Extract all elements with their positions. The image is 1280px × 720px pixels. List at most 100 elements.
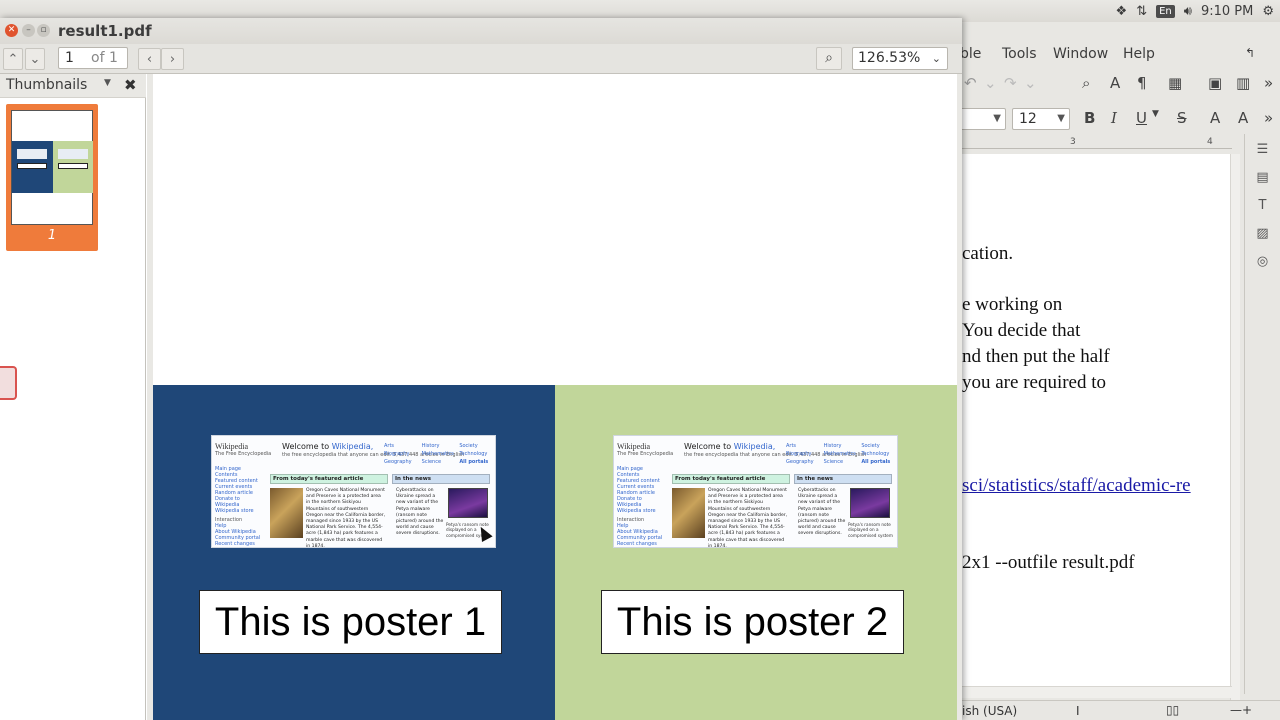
wiki-portal: Geography xyxy=(786,459,814,465)
insert-table-icon[interactable]: ▦ xyxy=(1168,74,1182,92)
bold-icon[interactable]: B xyxy=(1084,109,1095,127)
next-page-button[interactable]: ⌄ xyxy=(25,48,45,70)
menu-window[interactable]: Window xyxy=(1053,46,1108,62)
wiki-welcome: Welcome to Wikipedia, xyxy=(684,442,775,451)
horizontal-ruler[interactable]: 3 4 xyxy=(962,137,1232,149)
wiki-portals: Arts Biography Geography History Mathema… xyxy=(786,442,894,466)
wiki-portal: Mathematics xyxy=(823,451,856,457)
wiki-nav: Main page Contents Featured content Curr… xyxy=(215,466,263,547)
sidebar-title[interactable]: Thumbnails xyxy=(6,77,87,93)
network-icon[interactable]: ⇅ xyxy=(1136,4,1147,19)
wiki-welcome-link: Wikipedia, xyxy=(331,442,374,451)
subscript-icon[interactable]: A xyxy=(1238,109,1248,127)
more-format-icon[interactable]: » xyxy=(1264,109,1273,127)
page-number-field[interactable]: 1 of 1 xyxy=(58,47,128,69)
wikipedia-screenshot: Wikipedia The Free Encyclopedia Main pag… xyxy=(211,435,496,548)
chevron-down-icon: ⌄ xyxy=(931,52,941,65)
wikipedia-logo: Wikipedia xyxy=(215,442,248,451)
wiki-portal: Society xyxy=(861,443,880,449)
redo-icon[interactable]: ↷ xyxy=(1004,74,1017,92)
italic-icon[interactable]: I xyxy=(1111,109,1117,127)
wiki-portal: All portals xyxy=(861,459,891,465)
thumb-screenshot-2 xyxy=(58,149,88,159)
wiki-portal: Science xyxy=(823,459,844,465)
menu-help[interactable]: Help xyxy=(1123,46,1155,62)
keyboard-layout-indicator[interactable]: En xyxy=(1156,4,1175,18)
more-tools-icon[interactable]: » xyxy=(1264,74,1273,92)
insert-image-icon[interactable]: ▣ xyxy=(1208,74,1222,92)
writer-horizontal-scrollbar[interactable] xyxy=(940,686,1232,698)
properties-icon[interactable]: ☰ xyxy=(1245,142,1280,162)
font-size-value: 12 xyxy=(1019,111,1037,127)
sidebar-mode-dropdown-icon[interactable]: ▼ xyxy=(104,78,111,88)
maximize-window-button[interactable]: ▫ xyxy=(37,24,50,37)
gear-icon[interactable]: ⚙ xyxy=(1262,4,1274,19)
poster-2: Wikipedia The Free Encyclopedia Main pag… xyxy=(555,385,957,720)
menu-table[interactable]: ble xyxy=(960,46,981,62)
history-back-button[interactable]: ‹ xyxy=(138,48,161,70)
doc-link[interactable]: sci/statistics/staff/academic-re xyxy=(962,475,1191,497)
thumbnail-page-label: 1 xyxy=(47,228,57,243)
underline-icon[interactable]: U xyxy=(1136,109,1147,127)
clock[interactable]: 9:10 PM xyxy=(1201,4,1253,19)
search-icon: ⌕ xyxy=(825,50,833,66)
launcher-pdf-icon[interactable] xyxy=(0,366,17,400)
sidebar-menu-icon[interactable]: ↰ xyxy=(1245,46,1255,60)
search-button[interactable]: ⌕ xyxy=(816,47,842,70)
doc-line: 2x1 --outfile result.pdf xyxy=(962,552,1135,573)
spelling-icon[interactable]: A xyxy=(1110,74,1120,92)
strikethrough-icon[interactable]: S xyxy=(1177,109,1187,127)
zoom-slider[interactable]: —+ xyxy=(1230,703,1252,717)
window-title: result1.pdf xyxy=(58,22,152,40)
font-size-box[interactable]: 12 ▼ xyxy=(1012,108,1070,130)
formatting-marks-icon[interactable]: ¶ xyxy=(1137,74,1147,92)
page-icon[interactable]: ▤ xyxy=(1245,170,1280,190)
wiki-portal: Arts xyxy=(786,443,797,449)
redo-dropdown-icon[interactable]: ⌄ xyxy=(1024,74,1037,92)
pdf-viewer-window: ✕ – ▫ result1.pdf ⌃ ⌄ 1 of 1 ‹ › ⌕ 126.5… xyxy=(0,18,962,720)
ruler-mark-3: 3 xyxy=(1070,137,1076,147)
doc-line: You decide that xyxy=(962,320,1081,341)
status-language[interactable]: ish (USA) xyxy=(962,704,1017,718)
wiki-portal: Biography xyxy=(384,451,410,457)
menu-tools[interactable]: Tools xyxy=(1002,46,1037,62)
zoom-select[interactable]: 126.53% ⌄ xyxy=(852,47,948,70)
news-caption: Petya's ransom note displayed on a compr… xyxy=(848,522,893,538)
insert-mode-icon[interactable]: I xyxy=(1076,704,1080,718)
writer-vertical-scrollbar[interactable] xyxy=(1230,154,1240,709)
ransom-note-photo xyxy=(448,488,488,518)
wiki-portal: Mathematics xyxy=(421,451,454,457)
document-view[interactable]: Wikipedia The Free Encyclopedia Main pag… xyxy=(147,74,962,720)
gallery-icon[interactable]: ▨ xyxy=(1245,226,1280,246)
pdf-page: Wikipedia The Free Encyclopedia Main pag… xyxy=(153,74,957,720)
navigator-icon[interactable]: ◎ xyxy=(1245,254,1280,274)
poster-caption: This is poster 2 xyxy=(601,590,904,654)
wiki-portal: History xyxy=(421,443,440,449)
wiki-nav-item: Wikipedia store xyxy=(617,508,656,514)
writer-document-page[interactable]: cation. e working on You decide that nd … xyxy=(940,154,1232,694)
insert-chart-icon[interactable]: ▥ xyxy=(1236,74,1250,92)
viewer-titlebar[interactable]: ✕ – ▫ result1.pdf xyxy=(0,18,962,44)
wiki-nav-item: Wikipedia store xyxy=(215,508,254,514)
dropbox-icon[interactable]: ❖ xyxy=(1116,4,1128,19)
close-window-button[interactable]: ✕ xyxy=(5,24,18,37)
view-layout-icon[interactable]: ▯▯ xyxy=(1166,703,1179,717)
undo-dropdown-icon[interactable]: ⌄ xyxy=(984,74,997,92)
undo-icon[interactable]: ↶ xyxy=(964,74,977,92)
history-forward-button[interactable]: › xyxy=(161,48,184,70)
wiki-welcome-text: Welcome to xyxy=(684,442,734,451)
volume-icon[interactable]: 🔊︎ xyxy=(1184,4,1192,19)
superscript-icon[interactable]: A xyxy=(1210,109,1220,127)
page-thumbnail[interactable]: 1 xyxy=(6,104,98,251)
thumb-screenshot-1 xyxy=(17,149,47,159)
wiki-portal: Science xyxy=(421,459,442,465)
close-sidebar-icon[interactable]: ✖ xyxy=(124,76,137,94)
previous-page-button[interactable]: ⌃ xyxy=(3,48,23,70)
underline-dropdown-icon[interactable]: ▼ xyxy=(1152,109,1159,119)
wiki-nav-item: Recent changes xyxy=(215,541,255,547)
styles-icon[interactable]: T xyxy=(1245,198,1280,218)
minimize-window-button[interactable]: – xyxy=(22,24,35,37)
wiki-portal: All portals xyxy=(459,459,489,465)
ruler-mark-4: 4 xyxy=(1207,137,1213,147)
find-replace-icon[interactable]: ⌕ xyxy=(1082,74,1090,92)
